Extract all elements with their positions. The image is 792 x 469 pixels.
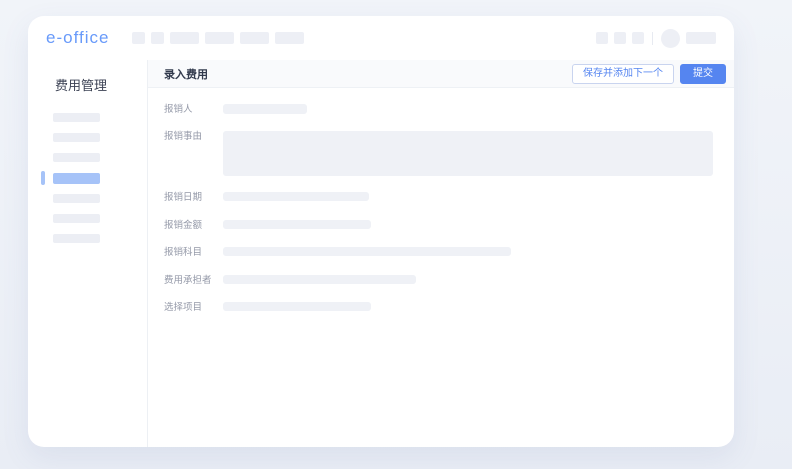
field-label: 报销日期 (164, 192, 223, 203)
main-header: 录入费用 保存并添加下一个 提交 (148, 60, 734, 88)
toolbar-icon-placeholder[interactable] (632, 32, 644, 44)
username-placeholder[interactable] (686, 32, 716, 44)
sidebar-menu (28, 113, 147, 243)
app-window: e-office 费用管理 (28, 16, 734, 447)
field-label: 报销事由 (164, 131, 223, 142)
sidebar-item-label-placeholder (53, 173, 100, 184)
top-header: e-office (28, 16, 734, 60)
page-title: 录入费用 (164, 66, 208, 82)
nav-item-placeholder[interactable] (205, 32, 234, 44)
sidebar-item-placeholder[interactable] (53, 194, 147, 203)
active-item-indicator (41, 171, 45, 185)
save-and-add-next-button[interactable]: 保存并添加下一个 (572, 64, 674, 84)
sidebar-item-placeholder[interactable] (53, 153, 147, 162)
top-right-toolbar (596, 29, 716, 48)
toolbar-icon-placeholder[interactable] (596, 32, 608, 44)
nav-item-placeholder[interactable] (240, 32, 269, 44)
main-content: 录入费用 保存并添加下一个 提交 报销人 报销事由 报销日期 (148, 60, 734, 447)
avatar[interactable] (661, 29, 680, 48)
sidebar-item-label-placeholder (53, 194, 100, 203)
sidebar-item-active[interactable] (53, 173, 147, 184)
top-nav (132, 32, 304, 44)
form-row-reason: 报销事由 (164, 131, 713, 176)
expense-form: 报销人 报销事由 报销日期 报销金额 (148, 88, 734, 313)
nav-icon-placeholder[interactable] (151, 32, 164, 44)
form-row-bearer: 费用承担者 (164, 275, 713, 286)
toolbar-icon-placeholder[interactable] (614, 32, 626, 44)
field-label: 报销科目 (164, 247, 223, 258)
sidebar-item-placeholder[interactable] (53, 133, 147, 142)
field-label: 报销人 (164, 104, 223, 115)
sidebar-title: 费用管理 (55, 75, 147, 94)
sidebar-item-label-placeholder (53, 113, 100, 122)
subject-input[interactable] (223, 247, 511, 256)
sidebar-item-label-placeholder (53, 133, 100, 142)
sidebar-item-placeholder[interactable] (53, 214, 147, 223)
sidebar-item-label-placeholder (53, 214, 100, 223)
field-label: 费用承担者 (164, 275, 223, 286)
project-select[interactable] (223, 302, 371, 311)
nav-item-placeholder[interactable] (170, 32, 199, 44)
submit-button[interactable]: 提交 (680, 64, 726, 84)
nav-item-placeholder[interactable] (275, 32, 304, 44)
reason-textarea[interactable] (223, 131, 713, 176)
nav-icon-placeholder[interactable] (132, 32, 145, 44)
form-row-project: 选择项目 (164, 302, 713, 313)
sidebar-item-placeholder[interactable] (53, 234, 147, 243)
sidebar: 费用管理 (28, 60, 148, 447)
page-background: e-office 费用管理 (0, 0, 792, 469)
app-logo: e-office (46, 28, 109, 48)
date-input[interactable] (223, 192, 369, 201)
reimburser-input[interactable] (223, 104, 307, 114)
form-row-amount: 报销金额 (164, 220, 713, 231)
form-row-subject: 报销科目 (164, 247, 713, 258)
cost-bearer-input[interactable] (223, 275, 416, 284)
sidebar-item-label-placeholder (53, 153, 100, 162)
field-label: 选择项目 (164, 302, 223, 313)
content-area: 费用管理 录入费用 保存并添加下一 (28, 60, 734, 447)
field-label: 报销金额 (164, 220, 223, 231)
toolbar-divider (652, 32, 653, 45)
sidebar-item-label-placeholder (53, 234, 100, 243)
sidebar-item-placeholder[interactable] (53, 113, 147, 122)
amount-input[interactable] (223, 220, 371, 229)
form-row-date: 报销日期 (164, 192, 713, 203)
form-row-reimburser: 报销人 (164, 104, 713, 115)
